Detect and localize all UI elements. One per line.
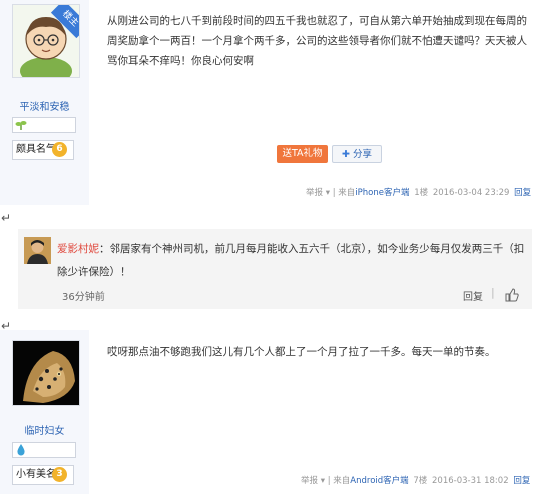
level-medal-icon: 3 bbox=[52, 467, 67, 482]
post1-avatar[interactable]: 楼主 bbox=[12, 4, 80, 78]
leopard-photo-icon bbox=[13, 341, 79, 405]
post2-meta: 举报 ▾ | 来自Android客户端 7楼 2016-03-31 18:02 … bbox=[301, 474, 530, 486]
thumbs-up-icon[interactable] bbox=[505, 288, 519, 302]
post2-avatar[interactable] bbox=[12, 340, 80, 406]
reply-time: 36分钟前 bbox=[62, 292, 105, 303]
plant-icon bbox=[15, 121, 27, 130]
post2-username[interactable]: 临时妇女 bbox=[0, 422, 89, 437]
report-link[interactable]: 举报 bbox=[301, 476, 318, 486]
post1-username[interactable]: 平淡和安稳 bbox=[0, 98, 89, 113]
level-medal-icon: 6 bbox=[52, 142, 67, 157]
caret-down-icon[interactable]: ▾ bbox=[321, 476, 325, 486]
reply-colon: ： bbox=[99, 243, 110, 255]
post1-content: 从刚进公司的七八千到前段时间的四五千我也就忍了，可自从第六单开始抽成到现在每周的… bbox=[107, 15, 527, 67]
caret-down-icon[interactable]: ▾ bbox=[326, 188, 330, 198]
reply-link[interactable]: 回复 bbox=[514, 188, 531, 198]
report-link[interactable]: 举报 bbox=[306, 188, 323, 198]
reply-content: 爱影村妮：邻居家有个神州司机，前几月每月能收入五六千（北京），如今业务少每月仅发… bbox=[57, 238, 527, 284]
person-photo-icon bbox=[24, 237, 51, 264]
post1-level-title-text: 颇具名气 bbox=[16, 144, 56, 155]
paragraph-mark: ↵ bbox=[1, 211, 12, 225]
plus-icon: ✚ bbox=[341, 149, 350, 160]
reply-separator: | bbox=[491, 286, 495, 299]
post2-level-title-text: 小有美名 bbox=[16, 469, 56, 480]
reply-button[interactable]: 回复 bbox=[463, 288, 483, 303]
floor-number: 7楼 bbox=[413, 476, 428, 486]
client-link[interactable]: iPhone客户端 bbox=[355, 188, 409, 198]
post2-level-title: 小有美名 3 bbox=[12, 465, 74, 485]
reply-text: 邻居家有个神州司机，前几月每月能收入五六千（北京），如今业务少每月仅发两三千（扣… bbox=[57, 243, 525, 278]
water-drop-icon bbox=[17, 444, 25, 456]
reply-username[interactable]: 爱影村妮 bbox=[57, 243, 99, 255]
post-time: 2016-03-04 23:29 bbox=[432, 188, 510, 198]
meta-separator: | bbox=[327, 476, 331, 486]
reply-link[interactable]: 回复 bbox=[513, 476, 530, 486]
send-gift-button[interactable]: 送TA礼物 bbox=[277, 145, 328, 163]
share-label: 分享 bbox=[352, 149, 372, 160]
meta-separator: | bbox=[332, 188, 336, 198]
post1-level-title: 颇具名气 6 bbox=[12, 140, 74, 160]
floor-number: 1楼 bbox=[414, 188, 429, 198]
share-button[interactable]: ✚ 分享 bbox=[332, 145, 382, 163]
meta-from: 来自 bbox=[338, 188, 356, 198]
post1-meta: 举报 ▾ | 来自iPhone客户端 1楼 2016-03-04 23:29 回… bbox=[306, 186, 531, 198]
client-link[interactable]: Android客户端 bbox=[350, 476, 408, 486]
post2-level-bar bbox=[12, 442, 76, 458]
post1-level-bar bbox=[12, 117, 76, 133]
meta-from: 来自 bbox=[333, 476, 351, 486]
reply-avatar[interactable] bbox=[24, 237, 51, 264]
post-time: 2016-03-31 18:02 bbox=[432, 476, 509, 486]
post2-content: 哎呀那点油不够跑我们这儿有几个人都上了一个月了拉了一千多。每天一单的节奏。 bbox=[107, 346, 496, 358]
